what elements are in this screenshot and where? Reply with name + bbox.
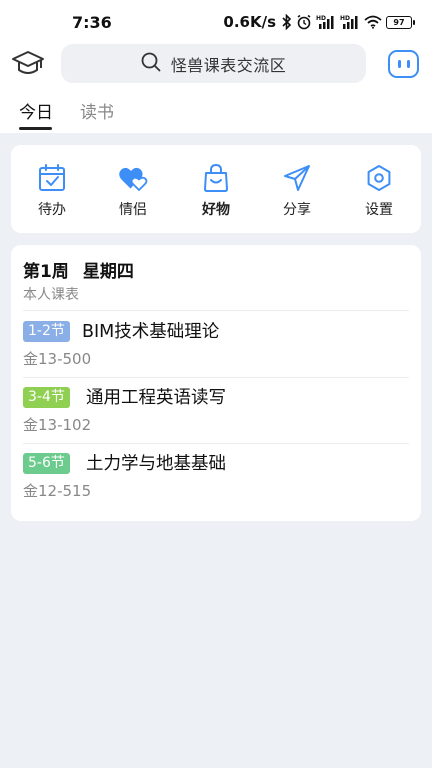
tab-reading[interactable]: 读书: [80, 98, 114, 123]
search-icon: [141, 52, 161, 76]
network-speed: 0.6K/s: [223, 13, 276, 31]
signal-hd-icon: HD: [316, 14, 336, 30]
weekday: 星期四: [82, 262, 134, 282]
course-name: BIM技术基础理论: [82, 322, 220, 342]
status-bar: 7:36 0.6K/s HD HD 97: [0, 0, 432, 44]
period-badge: 3-4节: [23, 387, 70, 408]
quick-action-label: 好物: [202, 202, 230, 218]
schedule-subtitle: 本人课表: [23, 287, 79, 303]
status-time: 7:36: [72, 13, 112, 32]
header: 怪兽课表交流区: [0, 44, 432, 84]
course-item[interactable]: 3-4节 通用工程英语读写 金13-102: [23, 377, 409, 443]
quick-action-share[interactable]: 分享: [262, 163, 332, 219]
quick-action-settings[interactable]: 设置: [344, 163, 414, 219]
status-icons: 0.6K/s HD HD 97: [223, 13, 415, 31]
wifi-icon: [364, 15, 382, 29]
quick-action-label: 情侣: [119, 202, 147, 218]
course-room: 金13-102: [23, 416, 92, 434]
course-name: 土力学与地基基础: [86, 454, 226, 474]
course-item[interactable]: 5-6节 土力学与地基基础 金12-515: [23, 443, 409, 509]
svg-text:HD: HD: [340, 15, 350, 22]
bluetooth-icon: [282, 14, 292, 30]
course-room: 金13-500: [23, 350, 92, 368]
quick-action-label: 分享: [283, 202, 311, 218]
course-item[interactable]: 1-2节 BIM技术基础理论 金13-500: [23, 311, 409, 377]
course-name: 通用工程英语读写: [86, 388, 226, 408]
week-number: 第1周: [23, 262, 69, 282]
graduation-cap-icon[interactable]: [11, 49, 45, 79]
schedule-card: 第1周 星期四 本人课表 1-2节 BIM技术基础理论 金13-500 3-4节 …: [11, 245, 421, 521]
quick-action-label: 待办: [38, 202, 66, 218]
signal-hd-icon: HD: [340, 14, 360, 30]
quick-action-todo[interactable]: 待办: [17, 163, 87, 219]
quick-action-couple[interactable]: 情侣: [98, 163, 168, 219]
search-bar[interactable]: 怪兽课表交流区: [61, 44, 366, 83]
battery-icon: 97: [386, 15, 415, 29]
tab-active-indicator: [19, 127, 52, 130]
course-room: 金12-515: [23, 482, 92, 500]
send-icon: [282, 163, 312, 193]
quick-action-label: 设置: [365, 202, 393, 218]
hearts-icon: [118, 163, 148, 193]
top-area: 7:36 0.6K/s HD HD 97 怪兽课表交流区 今日 读书: [0, 0, 432, 133]
tab-today[interactable]: 今日: [19, 98, 53, 123]
battery-level: 97: [393, 17, 405, 27]
svg-text:HD: HD: [316, 15, 326, 22]
calendar-check-icon: [37, 163, 67, 193]
period-badge: 1-2节: [23, 321, 70, 342]
schedule-heading: 第1周 星期四: [23, 257, 134, 282]
hexagon-settings-icon: [364, 163, 394, 193]
tab-bar: 今日 读书: [0, 96, 432, 133]
quick-actions-card: 待办 情侣 好物 分享 设置: [11, 145, 421, 233]
chat-icon[interactable]: [388, 50, 419, 78]
search-text: 怪兽课表交流区: [170, 55, 287, 75]
shopping-bag-icon: [201, 163, 231, 193]
quick-action-goods[interactable]: 好物: [181, 163, 251, 219]
period-badge: 5-6节: [23, 453, 70, 474]
alarm-icon: [296, 14, 312, 30]
